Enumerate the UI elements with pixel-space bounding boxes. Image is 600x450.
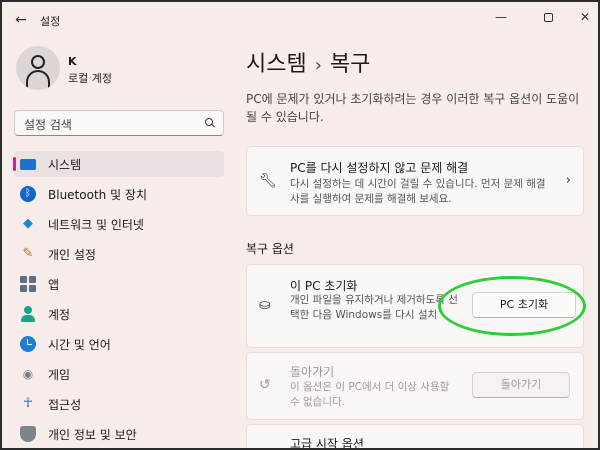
sidebar-item-label: 게임 (48, 368, 71, 382)
sidebar-item-privacy[interactable]: 개인 정보 및 보안 (14, 421, 224, 447)
breadcrumb-parent[interactable]: 시스템 (246, 52, 307, 77)
go-back-title: 돌아가기 (290, 365, 335, 379)
search-placeholder: 설정 검색 (24, 118, 72, 132)
avatar[interactable] (16, 46, 60, 90)
avatar-head-icon (31, 55, 45, 69)
bluetooth-icon: ᛒ (20, 186, 36, 202)
advanced-startup-title: 고급 시작 옵션 (290, 437, 364, 450)
apps-icon (20, 276, 36, 292)
accessibility-icon: ☥ (23, 396, 33, 411)
sidebar-item-label: 앱 (48, 278, 60, 292)
go-back-button: 돌아가기 (472, 372, 570, 398)
sidebar-item-accounts[interactable]: 계정 (14, 301, 224, 327)
sidebar-item-time-language[interactable]: 시간 및 언어 (14, 331, 224, 357)
sidebar-item-apps[interactable]: 앱 (14, 271, 224, 297)
sidebar-item-label: 접근성 (48, 398, 82, 412)
go-back-description: 이 옵션은 이 PC에서 더 이상 사용할 수 없습니다. (290, 381, 450, 408)
recovery-options-heading: 복구 옵션 (246, 242, 294, 256)
wrench-icon: 🔧︎ (259, 173, 277, 189)
active-indicator (13, 157, 16, 171)
history-icon: ↺ (259, 377, 271, 393)
settings-window: ← 설정 — ✕ K 로컬 계정 설정 검색 시스템 ᛒ Bluetooth 및… (0, 0, 600, 450)
person-icon (20, 306, 36, 322)
reset-pc-icon: ⛀ (259, 297, 271, 313)
sidebar-item-network[interactable]: ◆ 네트워크 및 인터넷 (14, 211, 224, 237)
maximize-icon (543, 13, 553, 22)
minimize-button[interactable]: — (486, 6, 516, 28)
monitor-icon (20, 159, 36, 170)
troubleshoot-title: PC를 다시 설정하지 않고 문제 해결 (290, 161, 469, 175)
wifi-icon: ◆ (23, 216, 33, 231)
shield-icon (20, 426, 36, 442)
advanced-startup-card[interactable]: 고급 시작 옵션 (246, 424, 584, 450)
sidebar-item-label: 개인 설정 (48, 248, 96, 262)
app-title: 설정 (40, 15, 61, 28)
sidebar-item-label: Bluetooth 및 장치 (48, 188, 148, 202)
sidebar-item-label: 네트워크 및 인터넷 (48, 218, 144, 232)
reset-pc-title: 이 PC 초기화 (290, 279, 358, 293)
sidebar-item-accessibility[interactable]: ☥ 접근성 (14, 391, 224, 417)
breadcrumb-current: 복구 (329, 52, 371, 77)
brush-icon: ✎ (22, 246, 34, 261)
avatar-body-icon (26, 70, 50, 88)
sidebar-item-gaming[interactable]: ◉ 게임 (14, 361, 224, 387)
search-input[interactable]: 설정 검색 (14, 110, 224, 136)
gamepad-icon: ◉ (22, 367, 34, 381)
page-title: 시스템 › 복구 (246, 46, 370, 78)
chevron-right-icon: › (565, 173, 571, 188)
sidebar-item-bluetooth[interactable]: ᛒ Bluetooth 및 장치 (14, 181, 224, 207)
search-icon[interactable] (205, 118, 215, 128)
page-description: PC에 문제가 있거나 초기화하려는 경우 이러한 복구 옵션이 도움이 될 수… (246, 92, 580, 124)
troubleshoot-card[interactable]: 🔧︎ PC를 다시 설정하지 않고 문제 해결 다시 설정하는 데 시간이 걸릴… (246, 146, 584, 216)
breadcrumb-separator-icon: › (314, 55, 322, 76)
sidebar-item-label: 시스템 (48, 158, 82, 172)
close-button[interactable]: ✕ (570, 6, 598, 28)
troubleshoot-description: 다시 설정하는 데 시간이 걸릴 수 있습니다. 먼저 문제 해결사를 실행하여… (290, 178, 546, 205)
sidebar-item-label: 개인 정보 및 보안 (48, 428, 137, 442)
maximize-button[interactable] (533, 6, 563, 28)
account-type: 로컬 계정 (68, 72, 112, 85)
sidebar-item-label: 계정 (48, 308, 71, 322)
sidebar-item-label: 시간 및 언어 (48, 338, 111, 352)
highlight-circle (438, 276, 586, 336)
sidebar-item-system[interactable]: 시스템 (13, 151, 224, 177)
reset-pc-description: 개인 파일을 유지하거나 제거하도록 선택한 다음 Windows를 다시 설치 (290, 294, 458, 321)
sidebar-item-personalization[interactable]: ✎ 개인 설정 (14, 241, 224, 267)
back-button[interactable]: ← (10, 10, 32, 30)
user-name: K (68, 55, 77, 68)
title-bar: ← 설정 — ✕ (2, 2, 598, 38)
clock-icon (20, 336, 36, 352)
